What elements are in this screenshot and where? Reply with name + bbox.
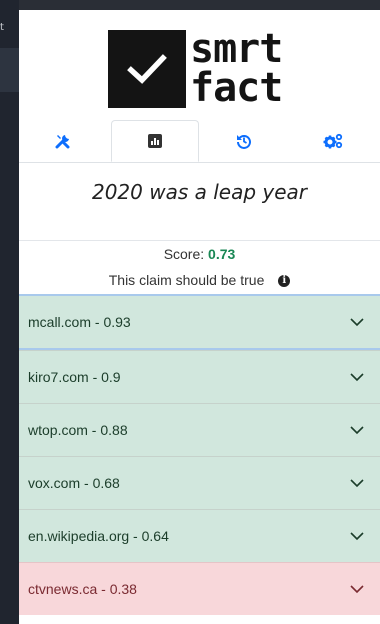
verdict-line: This claim should be true i (19, 272, 380, 288)
verdict-text: This claim should be true (108, 272, 265, 288)
score-value: 0.73 (208, 246, 236, 262)
tab-tools[interactable] (19, 120, 107, 162)
background-page-band (0, 48, 19, 92)
source-label: wtop.com - 0.88 (28, 422, 128, 438)
tab-settings[interactable] (289, 120, 377, 162)
extension-popup: smrt fact 2020 was a leap year Score: 0.… (19, 10, 380, 624)
score-line: Score: 0.73 (19, 246, 380, 262)
divider (19, 240, 380, 241)
chevron-down-icon (350, 373, 364, 382)
chart-icon (148, 134, 162, 148)
source-label: kiro7.com - 0.9 (28, 369, 121, 385)
logo-line-2: fact (190, 65, 283, 111)
source-item[interactable]: ctvnews.ca - 0.38 (19, 562, 380, 615)
background-page-text: t (0, 22, 4, 33)
source-label: mcall.com - 0.93 (28, 314, 131, 330)
chevron-down-icon (350, 479, 364, 488)
history-icon (237, 135, 251, 149)
claim-text: 2020 was a leap year (91, 180, 308, 204)
chevron-down-icon (350, 532, 364, 541)
background-page (0, 0, 19, 624)
source-item[interactable]: wtop.com - 0.88 (19, 403, 380, 456)
source-label: en.wikipedia.org - 0.64 (28, 528, 169, 544)
source-label: ctvnews.ca - 0.38 (28, 581, 137, 597)
logo-wordmark: smrt fact (190, 26, 283, 111)
chevron-down-icon (350, 585, 364, 594)
source-item[interactable]: vox.com - 0.68 (19, 456, 380, 509)
sources-accordion: mcall.com - 0.93 kiro7.com - 0.9 wtop.co… (19, 294, 380, 615)
chevron-down-icon (350, 318, 364, 327)
browser-chrome-bar (0, 0, 380, 10)
source-item[interactable]: mcall.com - 0.93 (19, 294, 380, 350)
tab-results[interactable] (111, 120, 199, 162)
score-label: Score: (163, 246, 205, 262)
tools-icon (55, 135, 70, 149)
gears-icon (323, 133, 343, 149)
smrtfact-logo: smrt fact (108, 26, 283, 111)
logo-line-1: smrt (190, 26, 283, 72)
source-item[interactable]: en.wikipedia.org - 0.64 (19, 509, 380, 562)
tab-bar (19, 120, 380, 163)
info-icon[interactable]: i (278, 275, 291, 288)
chevron-down-icon (350, 426, 364, 435)
source-label: vox.com - 0.68 (28, 475, 120, 491)
source-item[interactable]: kiro7.com - 0.9 (19, 350, 380, 403)
tab-history[interactable] (200, 120, 288, 162)
checkmark-icon (108, 30, 186, 108)
